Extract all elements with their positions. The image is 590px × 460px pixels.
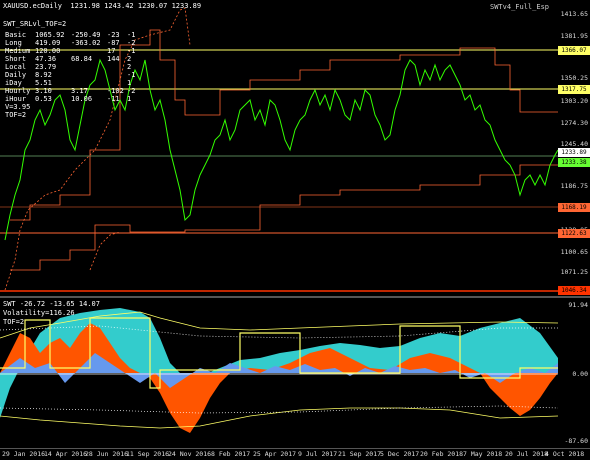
table-row: Medium 120.00 17 -1 [5, 47, 135, 55]
level-tag: 1317.75 [558, 85, 590, 94]
osc-y-tick: 91.94 [568, 301, 588, 309]
row-value: -87 [107, 39, 120, 47]
volatility-label: Volatility=116.26 [3, 309, 75, 317]
x-tick: 20 Feb 2018 [420, 450, 464, 458]
row-value: -1 [127, 47, 136, 55]
row-value: 3.10 [35, 87, 52, 95]
oscillator-svg [0, 308, 559, 433]
row-label: Hourly [5, 87, 31, 95]
osc-y-tick: 0.00 [572, 370, 588, 378]
level-tag: 1233.38 [558, 158, 590, 167]
table-row: Local 23.79 2 [5, 63, 135, 71]
row-value: 0.53 [35, 95, 52, 103]
row-value: -1 [127, 71, 136, 79]
y-tick: 1186.75 [560, 182, 588, 190]
y-tick: 1274.30 [560, 119, 588, 127]
y-tick: 1413.65 [560, 10, 588, 18]
row-value: 5.51 [35, 79, 52, 87]
level-tag: 1122.63 [558, 229, 590, 238]
row-label: Local [5, 63, 27, 71]
x-tick: 5 Dec 2017 [380, 450, 420, 458]
table-row: Hourly 3.10 3.17 -102 -2 [5, 87, 135, 95]
x-tick: 29 Jan 2016 [2, 450, 46, 458]
indicator-title: SWT_SRLvl_TOF=2 [3, 20, 67, 28]
price-tag: 1233.89 [558, 148, 590, 157]
extra-line: V=3.95 [5, 103, 31, 111]
osc-y-tick: -87.60 [564, 437, 588, 445]
row-value: 8.92 [35, 71, 52, 79]
row-value: -250.49 [71, 31, 101, 39]
row-value: -2 [127, 39, 136, 47]
indicator-name-right: SWTv4_Full_Esp [490, 3, 550, 11]
row-value: -363.02 [71, 39, 101, 47]
extra-line: TOF=2 [5, 111, 27, 119]
x-tick: 11 Sep 2016 [126, 450, 170, 458]
swt-oscillator-pane[interactable]: SWT -26.72 -13.65 14.07 Volatility=116.2… [0, 298, 590, 448]
row-value: 1065.92 [35, 31, 65, 39]
row-value: -23 [107, 31, 120, 39]
row-value: -2 [127, 87, 136, 95]
x-tick: 9 Jul 2017 [298, 450, 338, 458]
y-tick: 1100.65 [560, 248, 588, 256]
row-value: -102 [107, 87, 124, 95]
row-label: iHour [5, 95, 27, 103]
level-tag: 1168.19 [558, 203, 590, 212]
table-row: Long 419.09 -363.02 -87 -2 [5, 39, 135, 47]
y-tick: 1303.20 [560, 97, 588, 105]
y-tick: 1245.40 [560, 140, 588, 148]
row-label: iDay [5, 79, 22, 87]
y-tick: 1381.95 [560, 32, 588, 40]
row-value: 1 [127, 95, 132, 103]
row-value: -1 [127, 31, 136, 39]
row-value: 144 [107, 55, 120, 63]
row-value: 47.36 [35, 55, 57, 63]
x-tick: 28 Jun 2016 [85, 450, 129, 458]
x-tick: 4 Oct 2018 [545, 450, 585, 458]
row-value: 68.84 [71, 55, 93, 63]
row-label: Daily [5, 71, 27, 79]
row-value: 10.06 [71, 95, 93, 103]
resistance-line-lower [10, 164, 558, 271]
table-row: Daily 8.92 -1 [5, 71, 135, 79]
row-label: Short [5, 55, 27, 63]
row-value: 23.79 [35, 63, 57, 71]
row-value: 1 [127, 79, 132, 87]
levels-table: Basic 1065.92 -250.49 -23 -1 Long 419.09 -363.… [5, 31, 135, 119]
x-tick: 25 Apr 2017 [253, 450, 297, 458]
x-axis: 29 Jan 2016 14 Apr 2016 28 Jun 2016 11 S… [0, 448, 590, 460]
table-row: Basic 1065.92 -250.49 -23 -1 [5, 31, 135, 39]
row-label: Basic [5, 31, 27, 39]
price-chart[interactable]: XAUUSD.ecDaily 1231.98 1243.42 1230.07 1… [0, 0, 590, 296]
table-row: iDay 5.51 1 [5, 79, 135, 87]
x-tick: 20 Jul 2018 [505, 450, 549, 458]
symbol-info: XAUUSD.ecDaily 1231.98 1243.42 1230.07 1… [3, 2, 202, 10]
yellow-lower-band [0, 407, 559, 429]
row-label: Medium [5, 47, 31, 55]
row-value: 419.09 [35, 39, 61, 47]
level-tag: 1366.07 [558, 46, 590, 55]
oscillator-title: SWT -26.72 -13.65 14.07 [3, 300, 100, 308]
row-value: 120.00 [35, 47, 61, 55]
y-tick: 1071.25 [560, 268, 588, 276]
x-tick: 7 May 2018 [463, 450, 503, 458]
row-label: Long [5, 39, 22, 47]
tof-label: TOF=2 [3, 318, 25, 326]
y-tick: 1350.25 [560, 74, 588, 82]
x-tick: 24 Nov 2016 [168, 450, 212, 458]
dotted-band-bottom [0, 405, 559, 414]
support-dotted-line-2 [89, 231, 121, 271]
row-value: -11 [107, 95, 120, 103]
table-row: iHour 0.53 10.06 -11 1 [5, 95, 135, 103]
level-tag: 1046.34 [558, 286, 590, 295]
x-tick: 21 Sep 2017 [338, 450, 382, 458]
row-value: 17 [107, 47, 116, 55]
x-tick: 14 Apr 2016 [44, 450, 88, 458]
row-value: 3.17 [71, 87, 88, 95]
row-value: 2 [127, 55, 132, 63]
table-row: Short 47.36 68.84 144 2 [5, 55, 135, 63]
x-tick: 8 Feb 2017 [211, 450, 251, 458]
row-value: 2 [127, 63, 132, 71]
